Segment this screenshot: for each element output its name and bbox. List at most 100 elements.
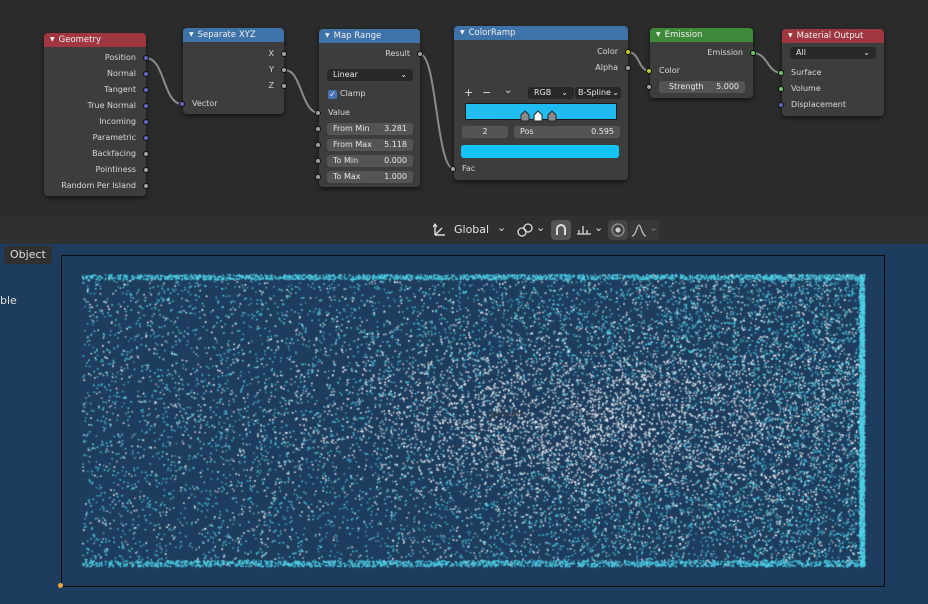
socket-from-min[interactable] xyxy=(315,126,321,132)
separate-xyz-node-header[interactable]: ▼ Separate XYZ xyxy=(183,28,284,42)
snap-toggle[interactable] xyxy=(551,220,571,240)
socket-surface-in[interactable] xyxy=(778,70,784,76)
geometry-output-parametric: Parametric xyxy=(92,133,136,142)
stop-color-swatch[interactable] xyxy=(461,145,619,158)
render-target-dropdown[interactable]: All ⌄ xyxy=(790,47,876,59)
link-y-value xyxy=(284,69,320,114)
socket-ramp-color[interactable] xyxy=(625,49,631,55)
pivot-point-dropdown[interactable]: ⌄ xyxy=(514,220,548,240)
separate-xyz-node[interactable]: ▼ Separate XYZ X Y Z Vector xyxy=(179,28,287,114)
color-mode-dropdown[interactable]: RGB ⌄ xyxy=(528,87,574,99)
side-panel-text: ble xyxy=(0,294,17,307)
link-emission-surface xyxy=(752,52,783,74)
geometry-node-header[interactable]: ▼ Geometry xyxy=(44,33,146,47)
viewport-3d[interactable]: Object ble Default xyxy=(0,244,928,604)
interpolation-dropdown[interactable]: Linear ⌄ xyxy=(327,69,413,81)
socket-value-in[interactable] xyxy=(315,110,321,116)
remove-stop-button[interactable]: − xyxy=(482,86,491,100)
color-ramp-node-header[interactable]: ▼ ColorRamp xyxy=(454,26,628,40)
geometry-output-incoming: Incoming xyxy=(99,117,136,126)
emission-node-title: Emission xyxy=(664,30,703,40)
color-ramp-output-color: Color xyxy=(597,47,618,56)
socket-position[interactable] xyxy=(143,55,149,61)
socket-random-per-island[interactable] xyxy=(143,183,149,189)
geometry-output-pointiness: Pointiness xyxy=(95,165,136,174)
render-target-value: All xyxy=(796,48,806,57)
geometry-output-backfacing: Backfacing xyxy=(92,149,136,158)
geometry-output-normal: Normal xyxy=(107,69,136,78)
strength-value: 5.000 xyxy=(716,82,739,91)
socket-to-max[interactable] xyxy=(315,174,321,180)
map-range-node[interactable]: ▼ Map Range Result Linear ⌄ ✓ Clamp Value… xyxy=(315,29,423,187)
socket-volume-in[interactable] xyxy=(778,86,784,92)
node-editor[interactable]: ▼ Geometry Position Normal Tangent True N… xyxy=(0,0,928,216)
material-output-node-header[interactable]: ▼ Material Output xyxy=(782,29,884,43)
socket-to-min[interactable] xyxy=(315,158,321,164)
socket-fac-in[interactable] xyxy=(450,166,456,172)
color-mode-value: RGB xyxy=(534,88,552,97)
mode-button[interactable]: Object xyxy=(4,246,52,264)
collapse-arrow-icon[interactable]: ▼ xyxy=(50,33,55,47)
from-max-field[interactable]: From Max 5.118 xyxy=(327,139,413,151)
stop-position-value: 0.595 xyxy=(591,127,614,136)
socket-true-normal[interactable] xyxy=(143,103,149,109)
clamp-label: Clamp xyxy=(340,89,366,98)
socket-ramp-alpha[interactable] xyxy=(625,65,631,71)
socket-z[interactable] xyxy=(281,83,287,89)
stop-position-field[interactable]: Pos 0.595 xyxy=(514,126,620,138)
snap-target-dropdown[interactable]: ⌄ xyxy=(573,220,605,240)
socket-tangent[interactable] xyxy=(143,87,149,93)
link-position-vector xyxy=(145,57,183,105)
socket-y[interactable] xyxy=(281,67,287,73)
geometry-output-tangent: Tangent xyxy=(104,85,136,94)
transform-orientation-value: Global xyxy=(454,223,490,236)
falloff-dropdown[interactable]: ⌄ xyxy=(629,220,659,240)
geometry-output-true-normal: True Normal xyxy=(87,101,136,110)
emission-node[interactable]: ▼ Emission Emission Color Strength 5.000 xyxy=(646,28,756,98)
map-range-node-header[interactable]: ▼ Map Range xyxy=(319,29,420,43)
material-output-node[interactable]: ▼ Material Output All ⌄ Surface Volume Di… xyxy=(778,29,884,116)
chevron-down-icon: ⌄ xyxy=(561,88,568,97)
socket-emission-color-in[interactable] xyxy=(646,68,652,74)
socket-incoming[interactable] xyxy=(143,119,149,125)
from-min-field[interactable]: From Min 3.281 xyxy=(327,123,413,135)
stop-index-field[interactable]: 2 xyxy=(462,126,508,138)
collapse-arrow-icon[interactable]: ▼ xyxy=(460,26,465,40)
ramp-stop-markers[interactable] xyxy=(520,110,560,122)
geometry-node[interactable]: ▼ Geometry Position Normal Tangent True N… xyxy=(44,33,149,196)
geometry-output-position: Position xyxy=(104,53,136,62)
strength-field[interactable]: Strength 5.000 xyxy=(659,81,745,93)
emission-node-header[interactable]: ▼ Emission xyxy=(650,28,753,42)
socket-displacement-in[interactable] xyxy=(778,102,784,108)
collapse-arrow-icon[interactable]: ▼ xyxy=(788,29,793,43)
collapse-arrow-icon[interactable]: ▼ xyxy=(325,29,330,43)
socket-emission-out[interactable] xyxy=(750,50,756,56)
socket-pointiness[interactable] xyxy=(143,167,149,173)
to-max-field[interactable]: To Max 1.000 xyxy=(327,171,413,183)
socket-result[interactable] xyxy=(417,51,423,57)
collapse-arrow-icon[interactable]: ▼ xyxy=(656,28,661,42)
socket-normal[interactable] xyxy=(143,71,149,77)
to-min-field[interactable]: To Min 0.000 xyxy=(327,155,413,167)
ramp-interpolation-dropdown[interactable]: B-Spline ⌄ xyxy=(575,87,621,99)
clamp-checkbox[interactable]: ✓ xyxy=(328,90,337,99)
emission-color-label: Color xyxy=(659,66,680,75)
color-ramp-output-alpha: Alpha xyxy=(595,63,618,72)
socket-strength-in[interactable] xyxy=(646,84,652,90)
proportional-edit-toggle[interactable] xyxy=(608,220,628,240)
chevron-down-icon: ⌄ xyxy=(594,221,604,234)
collapse-arrow-icon[interactable]: ▼ xyxy=(189,28,194,42)
socket-x[interactable] xyxy=(281,51,287,57)
ramp-menu-button[interactable]: ⌄ xyxy=(504,84,512,98)
material-input-surface: Surface xyxy=(791,68,822,77)
socket-parametric[interactable] xyxy=(143,135,149,141)
add-stop-button[interactable]: + xyxy=(464,86,473,100)
socket-vector-in[interactable] xyxy=(179,101,185,107)
socket-from-max[interactable] xyxy=(315,142,321,148)
socket-backfacing[interactable] xyxy=(143,151,149,157)
to-min-value: 0.000 xyxy=(384,156,407,165)
material-input-volume: Volume xyxy=(791,84,821,93)
transform-orientation-dropdown[interactable]: Global ⌄ xyxy=(430,220,510,240)
falloff-curve-icon xyxy=(631,224,647,237)
color-ramp-node[interactable]: ▼ ColorRamp Color Alpha + − ⌄ RGB ⌄ B-Spl… xyxy=(450,26,631,180)
